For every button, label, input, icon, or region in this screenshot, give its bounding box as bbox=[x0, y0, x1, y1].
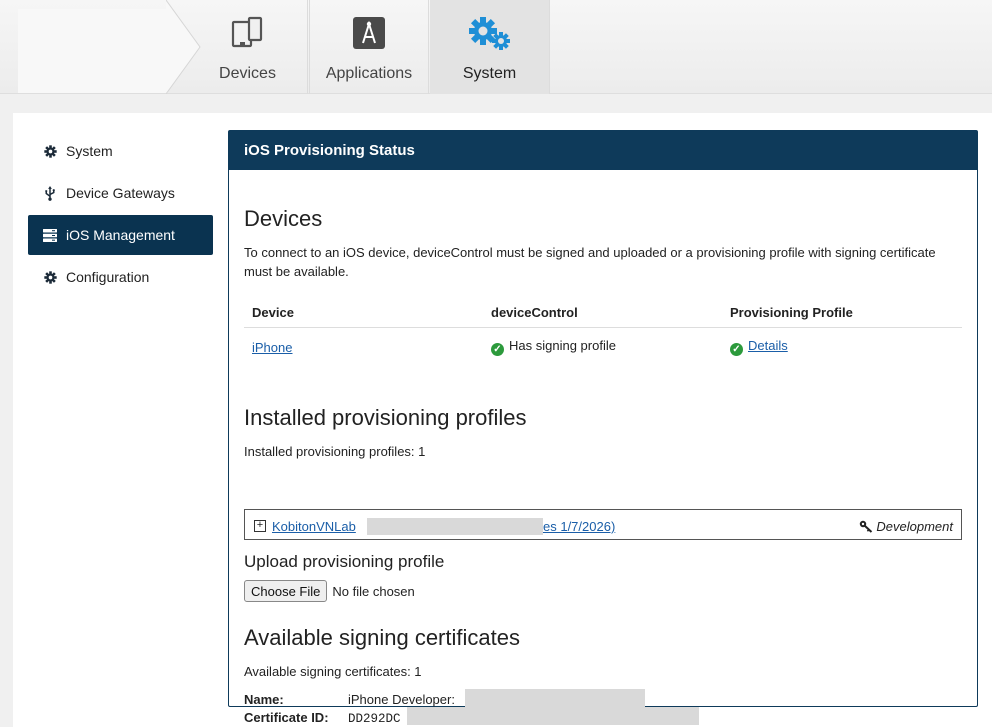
sidebar: System Device Gateways iOS Management Co… bbox=[28, 131, 213, 299]
details-link[interactable]: Details bbox=[748, 338, 788, 353]
certificate-name-label: Name: bbox=[244, 692, 284, 707]
server-icon bbox=[43, 228, 57, 242]
tab-system[interactable]: System bbox=[430, 0, 550, 94]
card-title: iOS Provisioning Status bbox=[229, 131, 977, 170]
certificate-id-value: DD292DC bbox=[348, 712, 401, 726]
upload-heading: Upload provisioning profile bbox=[244, 552, 445, 571]
sidebar-item-ios-management[interactable]: iOS Management bbox=[28, 215, 213, 255]
gear-icon bbox=[43, 270, 57, 284]
sidebar-item-system[interactable]: System bbox=[28, 131, 213, 171]
sidebar-item-configuration[interactable]: Configuration bbox=[28, 257, 213, 297]
key-icon bbox=[860, 520, 873, 533]
redacted-area bbox=[407, 707, 699, 725]
sidebar-item-label: System bbox=[66, 143, 113, 159]
certificate-id-label: Certificate ID: bbox=[244, 710, 329, 725]
profile-list-item: + KobitonVNLab es 1/7/2026) Development bbox=[244, 509, 962, 540]
tab-devices-label: Devices bbox=[219, 65, 276, 82]
gear-icon bbox=[43, 144, 57, 158]
redacted-area bbox=[465, 689, 645, 707]
column-header-provisioning-profile: Provisioning Profile bbox=[730, 305, 853, 320]
certificate-id-row: Certificate ID: DD292DC bbox=[244, 710, 401, 726]
ios-provisioning-card: iOS Provisioning Status Devices To conne… bbox=[228, 130, 978, 726]
check-circle-icon: ✓ bbox=[730, 343, 743, 356]
profile-type: Development bbox=[859, 519, 953, 534]
applications-icon bbox=[310, 16, 428, 52]
profile-type-label: Development bbox=[876, 519, 953, 534]
usb-icon bbox=[43, 185, 57, 201]
table-header: Device deviceControl Provisioning Profil… bbox=[244, 298, 962, 328]
top-navigation: Devices Applications System bbox=[0, 0, 992, 94]
devices-table: Device deviceControl Provisioning Profil… bbox=[244, 298, 962, 366]
profile-name-link[interactable]: KobitonVNLab bbox=[272, 519, 356, 534]
check-circle-icon: ✓ bbox=[491, 343, 504, 356]
tab-system-label: System bbox=[462, 65, 517, 82]
sidebar-item-device-gateways[interactable]: Device Gateways bbox=[28, 173, 213, 213]
devicecontrol-status: Has signing profile bbox=[509, 338, 616, 353]
devices-heading: Devices bbox=[244, 206, 323, 231]
tab-applications[interactable]: Applications bbox=[309, 0, 429, 94]
table-row: iPhone ✓ Has signing profile ✓ Details bbox=[244, 328, 962, 366]
certificate-name-value: iPhone Developer: bbox=[348, 692, 455, 707]
logo-area bbox=[18, 9, 168, 93]
main-panel: System Device Gateways iOS Management Co… bbox=[13, 113, 992, 727]
devices-description: To connect to an iOS device, deviceContr… bbox=[244, 245, 936, 279]
sidebar-item-label: iOS Management bbox=[66, 227, 175, 243]
column-header-device: Device bbox=[252, 305, 294, 320]
choose-file-button[interactable]: Choose File bbox=[244, 580, 328, 602]
devices-icon bbox=[188, 16, 307, 52]
installed-profiles-count: Installed provisioning profiles: 1 bbox=[244, 444, 426, 459]
certificates-count: Available signing certificates: 1 bbox=[244, 664, 422, 679]
upload-status: No file chosen bbox=[332, 583, 415, 599]
tab-devices[interactable]: Devices bbox=[188, 0, 308, 94]
column-header-devicecontrol: deviceControl bbox=[491, 305, 578, 320]
upload-control: Choose File No file chosen bbox=[244, 580, 415, 602]
installed-profiles-heading: Installed provisioning profiles bbox=[244, 405, 527, 430]
profile-expiry-link[interactable]: es 1/7/2026) bbox=[543, 519, 615, 534]
certificate-name-row: Name: iPhone Developer: bbox=[244, 692, 455, 707]
sidebar-item-label: Configuration bbox=[66, 269, 150, 285]
device-link[interactable]: iPhone bbox=[252, 340, 292, 355]
redacted-area bbox=[367, 518, 543, 535]
expand-icon[interactable]: + bbox=[254, 520, 266, 532]
tab-applications-label: Applications bbox=[325, 65, 413, 82]
certificates-heading: Available signing certificates bbox=[244, 625, 520, 650]
sidebar-item-label: Device Gateways bbox=[66, 185, 175, 201]
gears-icon bbox=[430, 16, 549, 52]
